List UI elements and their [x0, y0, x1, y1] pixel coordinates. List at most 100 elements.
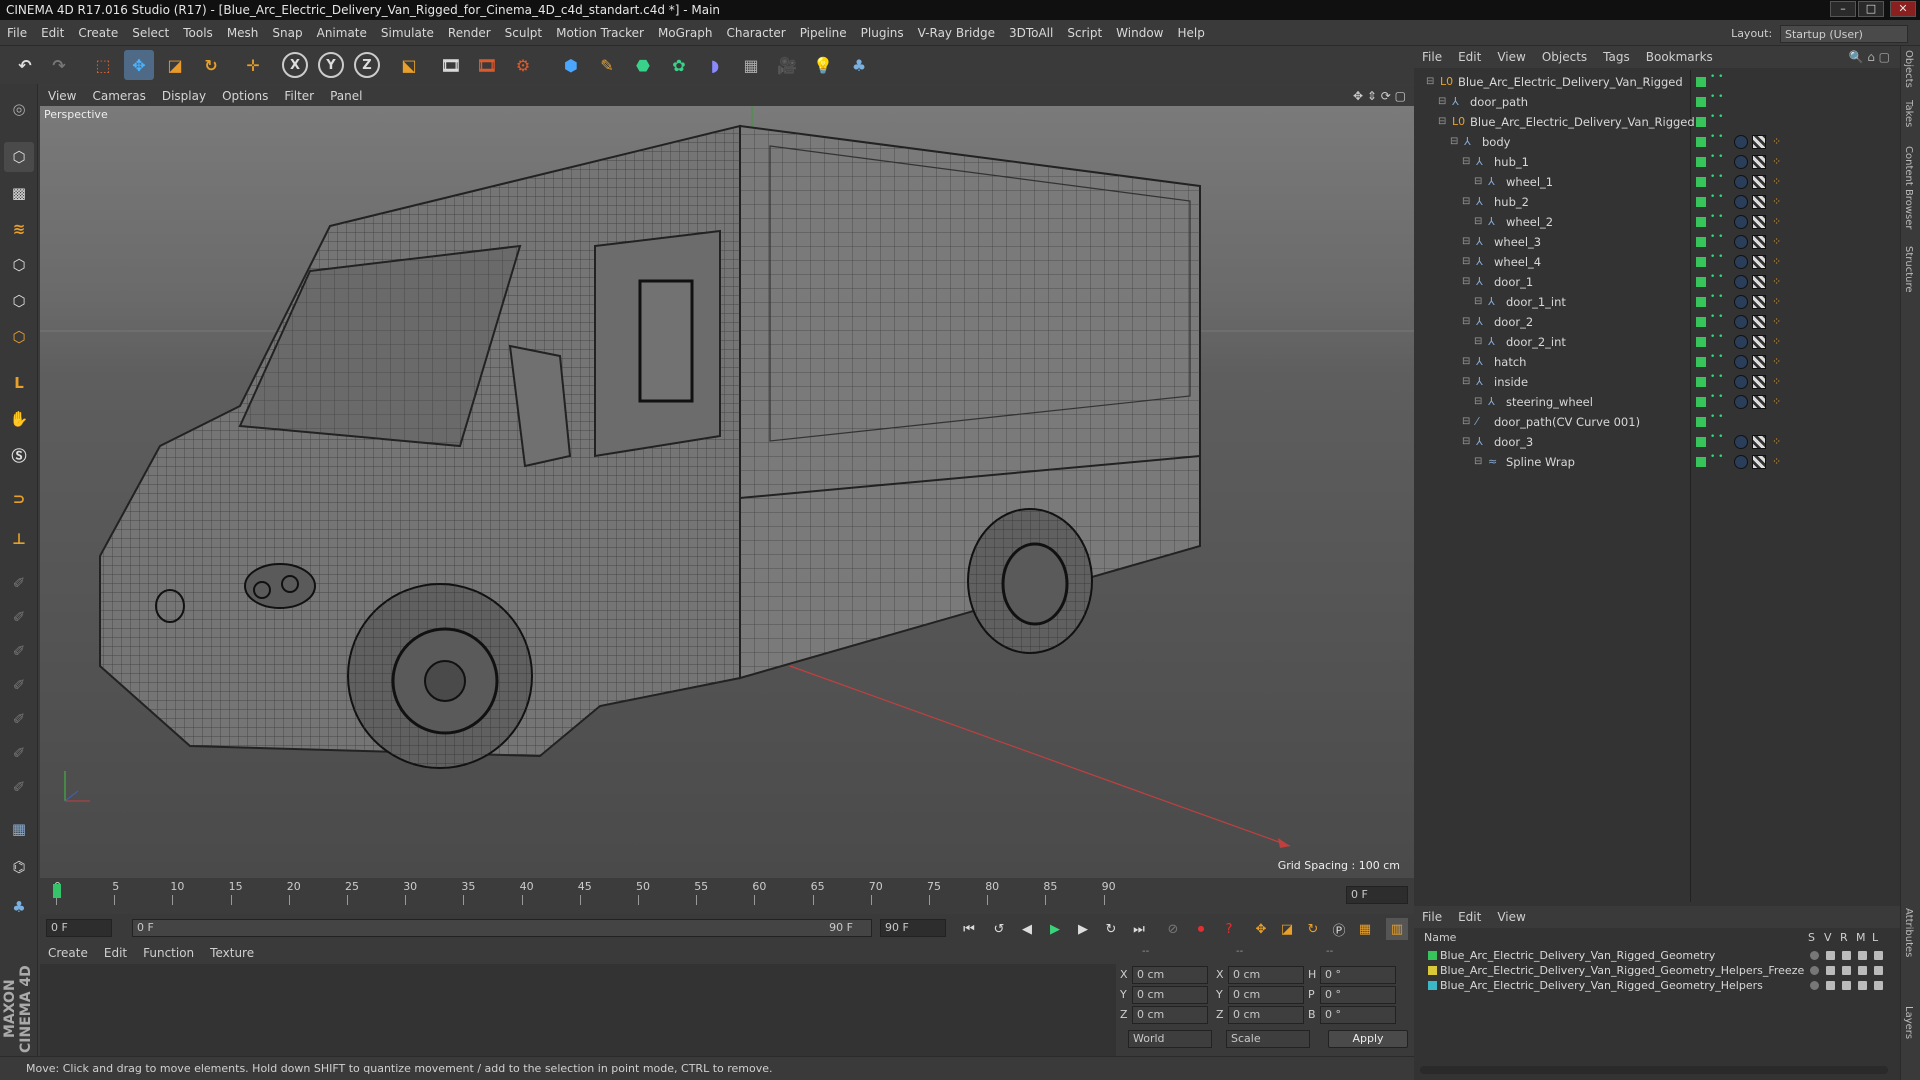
viewport-menu-panel[interactable]: Panel [322, 86, 370, 106]
texture-tag-icon[interactable] [1752, 175, 1766, 189]
tweak-icon[interactable]: ✋ [4, 404, 34, 434]
polygons-mode-icon[interactable]: ⬡ [4, 322, 34, 352]
menu-mograph[interactable]: MoGraph [651, 20, 720, 46]
sculpt-brush-4-icon[interactable]: ✐ [4, 670, 34, 700]
layer-color-swatch[interactable] [1696, 397, 1706, 407]
cube-icon[interactable]: ⬢ [556, 50, 586, 80]
visibility-dots-icon[interactable]: • • [1710, 72, 1723, 82]
autokey-icon[interactable]: ⏺ [1190, 918, 1212, 940]
constraint-tag-icon[interactable]: ⁘ [1772, 312, 1781, 332]
menu-file[interactable]: File [0, 20, 34, 46]
record-keys-icon[interactable]: ⊘ [1162, 918, 1184, 940]
texture-tag-icon[interactable] [1752, 315, 1766, 329]
layer-scrollbar[interactable] [1420, 1066, 1888, 1074]
layer-color-swatch[interactable] [1696, 137, 1706, 147]
python-icon[interactable]: ♣ [844, 50, 874, 80]
layer-color-swatch[interactable] [1696, 257, 1706, 267]
texture-tag-icon[interactable] [1752, 355, 1766, 369]
layer-lock-icon[interactable] [1874, 951, 1883, 960]
key-pla-icon[interactable]: ▦ [1354, 918, 1376, 940]
texture-tag-icon[interactable] [1752, 135, 1766, 149]
expand-toggle-icon[interactable]: ⊟ [1462, 312, 1470, 332]
layer-color-swatch[interactable] [1696, 97, 1706, 107]
material-tag-icon[interactable] [1734, 255, 1748, 269]
object-row[interactable]: ⊟ ⁄ door_path(CV Curve 001) • • [1420, 412, 1888, 432]
material-menu-edit[interactable]: Edit [96, 942, 135, 964]
layer-solo-icon[interactable] [1810, 981, 1819, 990]
deformer-icon[interactable]: ◗ [700, 50, 730, 80]
playhead[interactable] [53, 884, 61, 898]
material-tag-icon[interactable] [1734, 395, 1748, 409]
layer-menu-edit[interactable]: Edit [1450, 906, 1489, 928]
visibility-dots-icon[interactable]: • • [1710, 132, 1723, 142]
expand-toggle-icon[interactable]: ⊟ [1462, 152, 1470, 172]
layer-color-swatch[interactable] [1696, 217, 1706, 227]
material-tag-icon[interactable] [1734, 295, 1748, 309]
scale-tool-icon[interactable]: ◪ [160, 50, 190, 80]
object-row[interactable]: ⊟ ⅄ door_1_int • • ⁘ [1420, 292, 1888, 312]
coord-value-field[interactable]: 0 cm [1132, 966, 1208, 984]
right-tab-attributes[interactable]: Attributes [1903, 908, 1914, 957]
expand-toggle-icon[interactable]: ⊟ [1462, 432, 1470, 452]
object-row[interactable]: ⊟ ⅄ wheel_2 • • ⁘ [1420, 212, 1888, 232]
hair-icon[interactable]: ⌬ [4, 852, 34, 882]
sculpt-brush-3-icon[interactable]: ✐ [4, 636, 34, 666]
material-menu-function[interactable]: Function [135, 942, 202, 964]
visibility-dots-icon[interactable]: • • [1710, 92, 1723, 102]
layer-color-swatch[interactable] [1696, 177, 1706, 187]
expand-toggle-icon[interactable]: ⊟ [1462, 352, 1470, 372]
layer-color-swatch[interactable] [1696, 157, 1706, 167]
material-tag-icon[interactable] [1734, 355, 1748, 369]
texture-mode-icon[interactable]: ▩ [4, 178, 34, 208]
subdivision-surface-icon[interactable]: ⬣ [628, 50, 658, 80]
material-tag-icon[interactable] [1734, 275, 1748, 289]
constraint-tag-icon[interactable]: ⁘ [1772, 292, 1781, 312]
layer-menu-file[interactable]: File [1414, 906, 1450, 928]
menu-snap[interactable]: Snap [265, 20, 309, 46]
material-tag-icon[interactable] [1734, 235, 1748, 249]
right-tab-layers[interactable]: Layers [1903, 1006, 1914, 1039]
live-selection-icon[interactable]: ⬚ [88, 50, 118, 80]
texture-tag-icon[interactable] [1752, 455, 1766, 469]
layer-color-swatch[interactable] [1696, 317, 1706, 327]
redo-icon[interactable]: ↷ [44, 50, 74, 80]
menu-tools[interactable]: Tools [176, 20, 220, 46]
visibility-dots-icon[interactable]: • • [1710, 152, 1723, 162]
layer-lock-icon[interactable] [1874, 966, 1883, 975]
floor-icon[interactable]: ▦ [736, 50, 766, 80]
visibility-dots-icon[interactable]: • • [1710, 232, 1723, 242]
rotate-tool-icon[interactable]: ↻ [196, 50, 226, 80]
coord-value-field[interactable]: 0 cm [1228, 1006, 1304, 1024]
layer-name[interactable]: Blue_Arc_Electric_Delivery_Van_Rigged_Ge… [1440, 978, 1763, 993]
material-tag-icon[interactable] [1734, 455, 1748, 469]
expand-toggle-icon[interactable]: ⊟ [1438, 92, 1446, 112]
object-row[interactable]: ⊟ L0 Blue_Arc_Electric_Delivery_Van_Rigged… [1420, 112, 1888, 132]
object-menu-view[interactable]: View [1489, 46, 1533, 68]
apply-button[interactable]: Apply [1328, 1030, 1408, 1048]
expand-toggle-icon[interactable]: ⊟ [1462, 192, 1470, 212]
magnet-icon[interactable]: ⊃ [4, 484, 34, 514]
right-tab-content-browser[interactable]: Content Browser [1903, 146, 1914, 229]
key-position-icon[interactable]: ✥ [1250, 918, 1272, 940]
coord-value-field[interactable]: 0 cm [1228, 966, 1304, 984]
axis-z-button[interactable]: Z [354, 52, 380, 78]
constraint-tag-icon[interactable]: ⁘ [1772, 372, 1781, 392]
material-tag-icon[interactable] [1734, 215, 1748, 229]
visibility-dots-icon[interactable]: • • [1710, 392, 1723, 402]
axis-mode-icon[interactable]: L [4, 368, 34, 398]
texture-tag-icon[interactable] [1752, 295, 1766, 309]
object-menu-objects[interactable]: Objects [1534, 46, 1595, 68]
menu-motion-tracker[interactable]: Motion Tracker [549, 20, 651, 46]
constraint-tag-icon[interactable]: ⁘ [1772, 352, 1781, 372]
object-row[interactable]: ⊟ ⅄ door_path • • [1420, 92, 1888, 112]
next-key-icon[interactable]: ↻ [1100, 918, 1122, 940]
minimize-button[interactable]: – [1830, 1, 1856, 17]
object-menu-file[interactable]: File [1414, 46, 1450, 68]
expand-toggle-icon[interactable]: ⊟ [1474, 292, 1482, 312]
previous-frame-icon[interactable]: ◀ [1016, 918, 1038, 940]
key-parameter-icon[interactable]: Ⓟ [1328, 918, 1350, 940]
model-mode-icon[interactable]: ⬡ [4, 142, 34, 172]
start-frame-field[interactable]: 0 F [46, 919, 112, 937]
object-row[interactable]: ⊟ ⅄ door_2_int • • ⁘ [1420, 332, 1888, 352]
expand-toggle-icon[interactable]: ⊟ [1474, 212, 1482, 232]
